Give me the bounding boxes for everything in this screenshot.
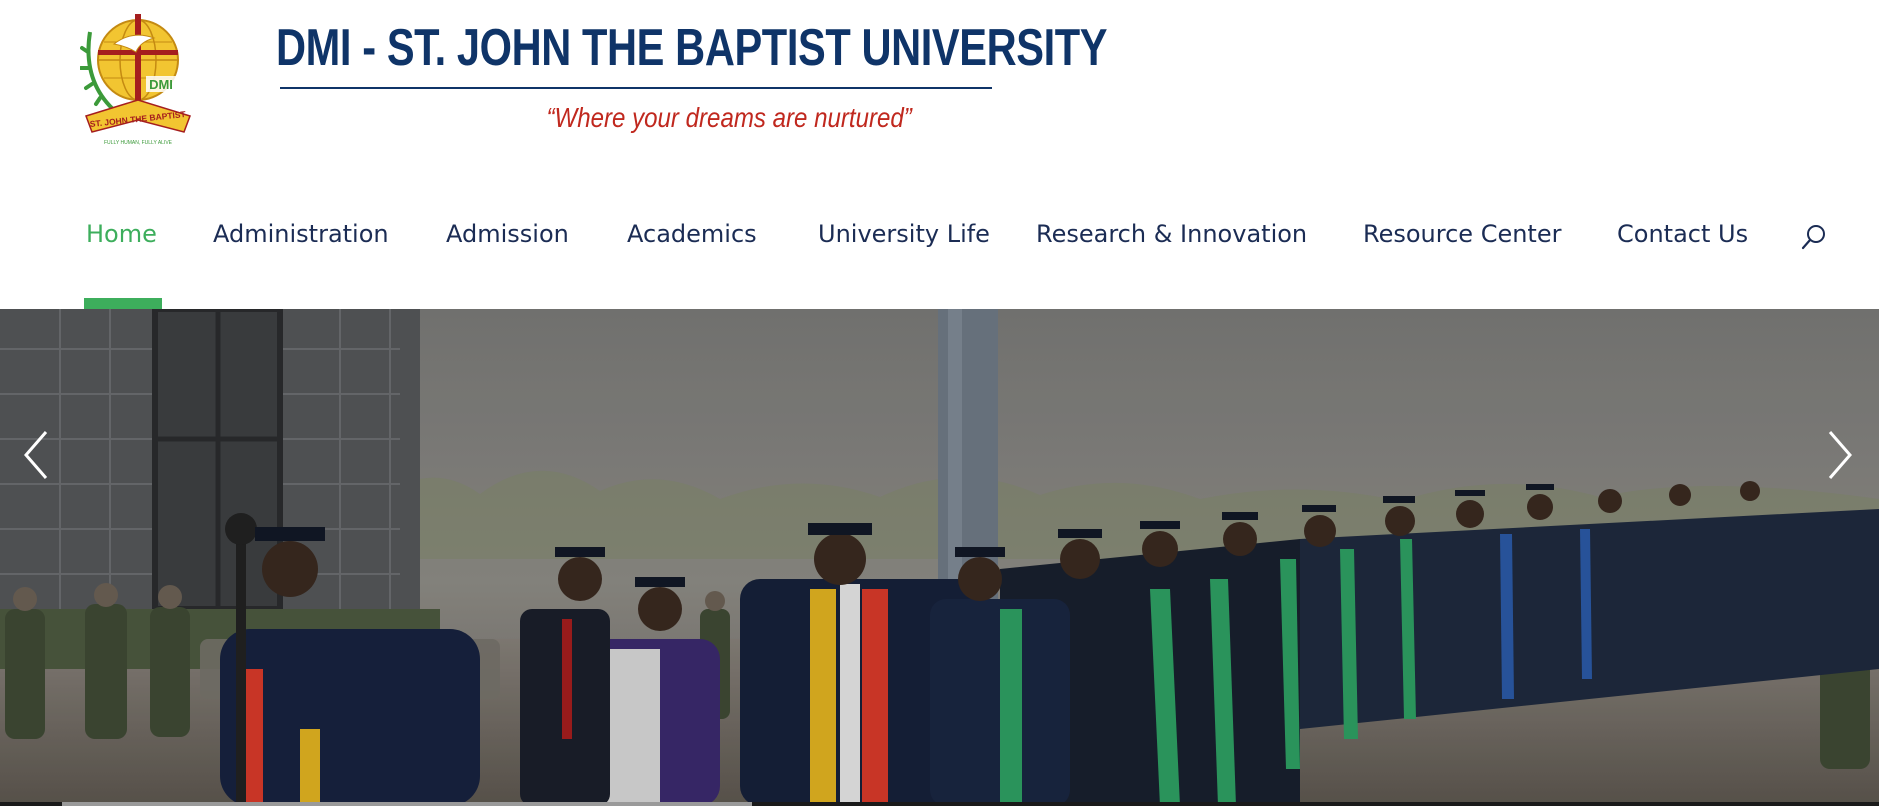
search-icon xyxy=(1801,225,1825,250)
nav-item-contact-us[interactable]: Contact Us xyxy=(1617,220,1748,248)
nav-item-resource-center[interactable]: Resource Center xyxy=(1363,220,1561,248)
nav-item-admission[interactable]: Admission xyxy=(446,220,569,248)
site-header: DMI ST. JOHN THE BAPTIST FULLY HUMAN, FU… xyxy=(0,0,1879,309)
seal-motto-text: FULLY HUMAN, FULLY ALIVE xyxy=(104,140,173,146)
university-wordmark: DMI - ST. JOHN THE BAPTIST UNIVERSITY “W… xyxy=(196,10,1108,150)
seal-badge-text: DMI xyxy=(149,77,173,92)
hero-slide-image xyxy=(0,309,1879,806)
chevron-left-icon xyxy=(24,431,48,479)
wordmark-divider xyxy=(280,87,992,89)
slider-progress-fill xyxy=(62,802,752,806)
main-navigation: Home Administration Admission Academics … xyxy=(0,205,1879,265)
slider-next-button[interactable] xyxy=(1820,426,1860,484)
university-seal-logo: DMI ST. JOHN THE BAPTIST FULLY HUMAN, FU… xyxy=(80,14,191,146)
hero-slider xyxy=(0,309,1879,806)
chevron-right-icon xyxy=(1828,431,1852,479)
active-nav-indicator xyxy=(84,298,162,309)
university-name: DMI - ST. JOHN THE BAPTIST UNIVERSITY xyxy=(276,19,1108,77)
nav-item-home[interactable]: Home xyxy=(86,220,157,248)
university-tagline: “Where your dreams are nurtured” xyxy=(546,102,912,133)
slider-progress-bar xyxy=(0,802,1879,806)
home-logo-link[interactable]: DMI ST. JOHN THE BAPTIST FULLY HUMAN, FU… xyxy=(80,10,1108,150)
nav-item-administration[interactable]: Administration xyxy=(213,220,389,248)
nav-item-university-life[interactable]: University Life xyxy=(818,220,990,248)
nav-item-academics[interactable]: Academics xyxy=(627,220,757,248)
slider-prev-button[interactable] xyxy=(16,426,56,484)
search-button[interactable] xyxy=(1800,222,1828,252)
nav-item-research-innovation[interactable]: Research & Innovation xyxy=(1036,220,1307,248)
